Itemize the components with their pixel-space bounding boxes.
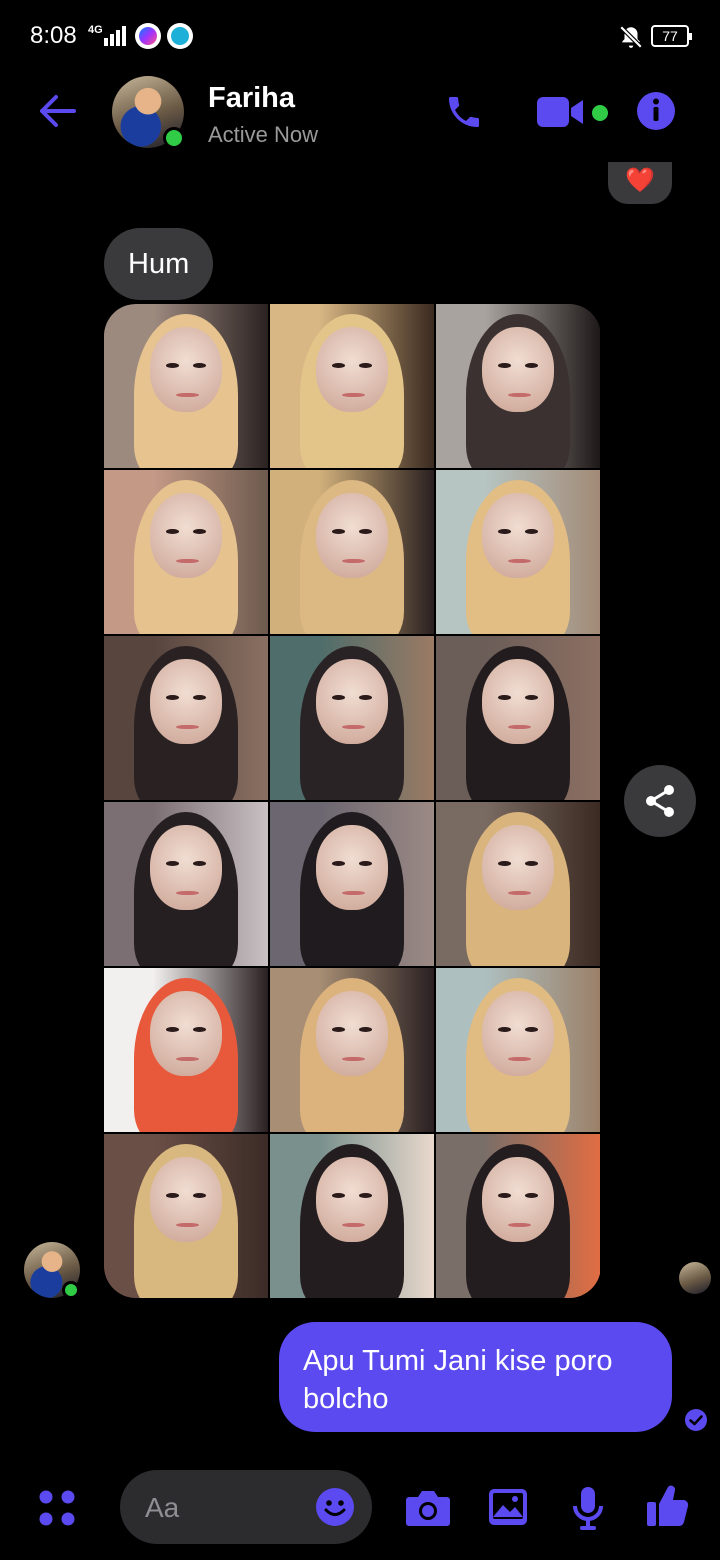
- photo-subject-face: [315, 1156, 389, 1243]
- photo-subject-face: [481, 824, 555, 911]
- message-input-placeholder: Aa: [145, 1492, 180, 1523]
- photo-subject-eye: [524, 1027, 538, 1032]
- photo-thumbnail[interactable]: [104, 304, 268, 468]
- photo-subject-eye: [358, 861, 372, 866]
- emoji-icon[interactable]: [315, 1487, 355, 1527]
- apps-icon[interactable]: [38, 1489, 76, 1527]
- signal-icon: [100, 26, 126, 46]
- message-composer: Aa: [0, 1470, 720, 1546]
- photo-thumbnail[interactable]: [104, 470, 268, 634]
- photo-subject-face: [481, 1156, 555, 1243]
- battery-indicator: 77: [651, 25, 692, 47]
- phone-icon[interactable]: [444, 92, 484, 132]
- photo-thumbnail[interactable]: [436, 802, 600, 966]
- photo-thumbnail[interactable]: [270, 636, 434, 800]
- photo-subject-eye: [192, 1027, 206, 1032]
- imo-notification-icon: [167, 23, 193, 49]
- photo-thumbnail[interactable]: [270, 1134, 434, 1298]
- message-input[interactable]: Aa: [120, 1470, 372, 1544]
- heart-reaction[interactable]: ❤️: [608, 162, 672, 204]
- photo-subject-eye: [358, 529, 372, 534]
- status-bar: 8:08 4G 77: [0, 0, 720, 72]
- photo-subject-eye: [358, 1193, 372, 1198]
- photo-subject-face: [481, 658, 555, 745]
- photo-thumbnail[interactable]: [104, 802, 268, 966]
- share-button[interactable]: [624, 765, 696, 837]
- photo-subject-face: [481, 990, 555, 1077]
- online-indicator: [163, 127, 185, 149]
- photo-subject-eye: [358, 363, 372, 368]
- camera-icon[interactable]: [405, 1489, 451, 1527]
- video-active-indicator: [592, 105, 608, 121]
- presence-status: Active Now: [208, 122, 319, 147]
- read-receipt-avatar: [679, 1262, 711, 1294]
- photo-thumbnail[interactable]: [104, 968, 268, 1132]
- photo-thumbnail[interactable]: [104, 1134, 268, 1298]
- contact-name[interactable]: Fariha: [208, 82, 295, 115]
- photo-subject-eye: [358, 695, 372, 700]
- photo-subject-face: [481, 492, 555, 579]
- photo-subject-eye: [192, 1193, 206, 1198]
- photo-subject-eye: [192, 529, 206, 534]
- photo-subject-face: [149, 326, 223, 413]
- photo-subject-face: [149, 1156, 223, 1243]
- photo-thumbnail[interactable]: [104, 636, 268, 800]
- photo-subject-face: [149, 990, 223, 1077]
- photo-subject-eye: [524, 695, 538, 700]
- microphone-icon[interactable]: [571, 1486, 605, 1530]
- sender-online-indicator: [62, 1281, 80, 1299]
- photo-subject-eye: [192, 695, 206, 700]
- incoming-message[interactable]: Hum: [104, 228, 214, 300]
- back-arrow-icon[interactable]: [36, 93, 76, 129]
- photo-subject-face: [149, 658, 223, 745]
- photo-subject-face: [149, 824, 223, 911]
- photo-thumbnail[interactable]: [436, 470, 600, 634]
- photo-subject-eye: [524, 1193, 538, 1198]
- mute-bell-icon: [619, 25, 643, 49]
- photo-thumbnail[interactable]: [436, 636, 600, 800]
- messenger-notification-icon: [135, 23, 161, 49]
- photo-thumbnail[interactable]: [436, 304, 600, 468]
- photo-thumbnail[interactable]: [436, 1134, 600, 1298]
- photo-thumbnail[interactable]: [270, 968, 434, 1132]
- photo-subject-eye: [524, 861, 538, 866]
- thumbs-up-icon[interactable]: [646, 1484, 690, 1528]
- photo-subject-eye: [192, 861, 206, 866]
- photo-thumbnail[interactable]: [270, 470, 434, 634]
- photo-subject-face: [315, 326, 389, 413]
- conversation-header: Fariha Active Now: [0, 72, 720, 162]
- outgoing-message[interactable]: Apu Tumi Jani kise poro bolcho: [279, 1322, 672, 1432]
- photo-subject-eye: [524, 529, 538, 534]
- status-time: 8:08: [30, 22, 77, 49]
- video-camera-icon[interactable]: [535, 94, 585, 130]
- photo-thumbnail[interactable]: [436, 968, 600, 1132]
- info-icon[interactable]: [636, 91, 676, 131]
- photo-subject-face: [315, 492, 389, 579]
- photo-subject-eye: [358, 1027, 372, 1032]
- photo-subject-face: [149, 492, 223, 579]
- photo-subject-face: [481, 326, 555, 413]
- share-icon: [646, 785, 674, 817]
- photo-subject-face: [315, 990, 389, 1077]
- photo-subject-face: [315, 658, 389, 745]
- sent-check-icon: [685, 1409, 707, 1431]
- photo-subject-eye: [524, 363, 538, 368]
- photo-grid[interactable]: [104, 304, 601, 1298]
- photo-subject-face: [315, 824, 389, 911]
- photo-thumbnail[interactable]: [270, 304, 434, 468]
- photo-subject-eye: [192, 363, 206, 368]
- gallery-icon[interactable]: [488, 1488, 528, 1526]
- photo-thumbnail[interactable]: [270, 802, 434, 966]
